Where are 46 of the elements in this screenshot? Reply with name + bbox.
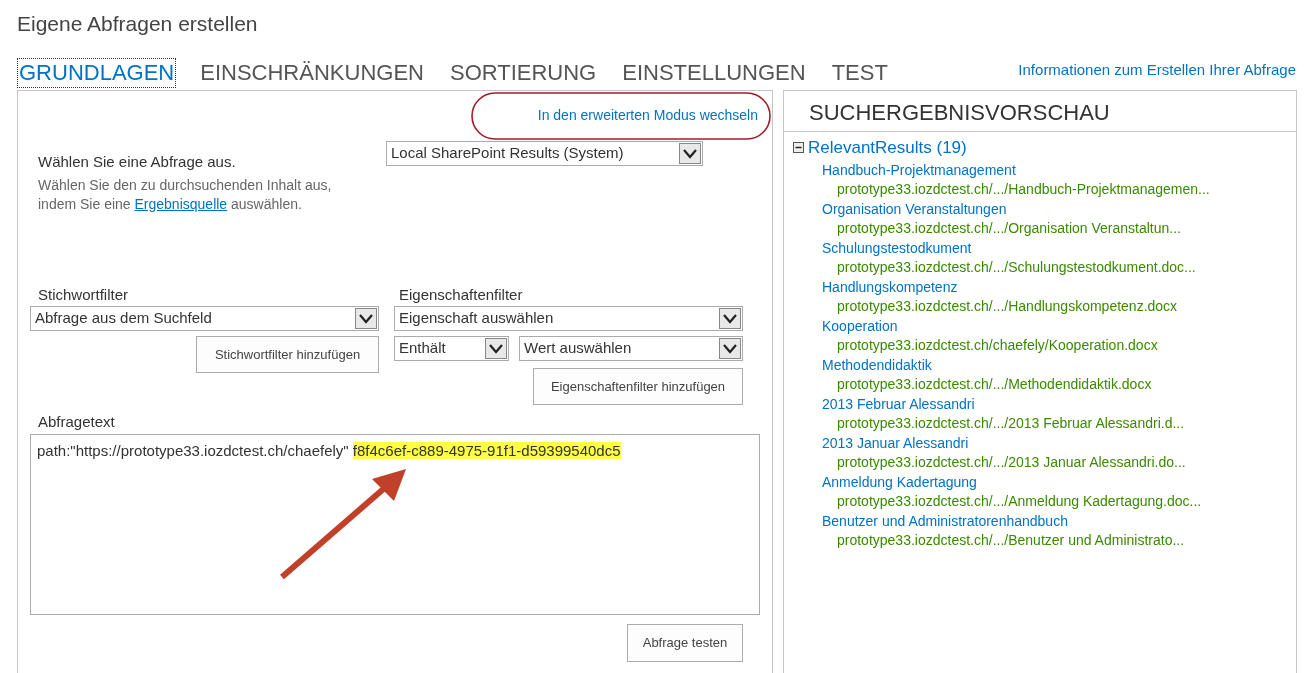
query-text: path:"https://prototype33.iozdctest.ch/chaefely"	[37, 441, 349, 459]
field-label: Wählen Sie eine Abfrage aus.	[38, 152, 237, 172]
tab[interactable]: GRUNDLAGEN	[17, 58, 177, 88]
result-title-link[interactable]: Handbuch-Projektmanagement	[822, 160, 1016, 180]
result-title-link[interactable]: 2013 Januar Alessandri	[822, 433, 969, 453]
result-url: prototype33.iozdctest.ch/.../Benutzer und Administrato...	[836, 531, 1186, 550]
help-link[interactable]: Informationen zum Erstellen Ihrer Abfrage	[1018, 59, 1296, 82]
result-url: prototype33.iozdctest.ch/.../2013 Februar Alessandri.d...	[836, 414, 1186, 433]
tab[interactable]: SORTIERUNG	[447, 58, 599, 88]
test-query-button[interactable]: Abfrage testen	[627, 623, 743, 662]
result-title-link[interactable]: Methodendidaktik	[822, 355, 932, 375]
preview-title: SUCHERGEBNISVORSCHAU	[784, 91, 1296, 132]
result-url: prototype33.iozdctest.ch/.../Handbuch-Projektmanagemen...	[836, 180, 1211, 199]
result-url: prototype33.iozdctest.ch/.../Handlungskompetenz.docx	[836, 297, 1179, 316]
operator-select[interactable]: Enthält	[394, 336, 509, 361]
result-url: prototype33.iozdctest.ch/.../Schulungstestodkument.doc...	[836, 258, 1197, 277]
highlighted-query-text: f8f4c6ef-c889-4975-91f1-d59399540dc5	[352, 441, 621, 459]
tab[interactable]: EINSTELLUNGEN	[620, 58, 808, 88]
field-label: Stichwortfilter	[37, 284, 130, 305]
field-label: Abfragetext	[37, 412, 116, 432]
result-title-link[interactable]: Handlungskompetenz	[822, 277, 958, 297]
result-url: prototype33.iozdctest.ch/.../Anmeldung Kadertagung.doc...	[836, 492, 1203, 511]
result-group-title[interactable]: RelevantResults (19)	[808, 135, 967, 161]
query-text-field[interactable]: path:"https://prototype33.iozdctest.ch/chaefely" f8f4c6ef-c889-4975-91f1-d59399540dc5	[30, 433, 760, 615]
tab[interactable]: EINSCHRÄNKUNGEN	[198, 58, 426, 88]
result-title-link[interactable]: Kooperation	[822, 316, 898, 336]
field-label: Eigenschaftenfilter	[398, 284, 524, 305]
result-url: prototype33.iozdctest.ch/chaefely/Kooperation.docx	[836, 336, 1159, 355]
result-title-link[interactable]: Schulungstestodkument	[822, 238, 972, 258]
tab[interactable]: TEST	[829, 58, 890, 88]
add-filter-button[interactable]: Eigenschaftenfilter hinzufügen	[533, 368, 743, 405]
property-select[interactable]: Eigenschaft auswählen	[394, 306, 743, 331]
result-title-link[interactable]: Anmeldung Kadertagung	[822, 472, 977, 492]
result-title-link[interactable]: Benutzer und Administratorenhandbuch	[822, 511, 1068, 531]
result-url: prototype33.iozdctest.ch/.../Methodendidaktik.docx	[836, 375, 1153, 394]
query-select[interactable]: Local SharePoint Results (System)	[386, 141, 703, 166]
result-source-link[interactable]: Ergebnisquelle	[134, 195, 228, 212]
result-title-link[interactable]: 2013 Februar Alessandri	[822, 394, 975, 414]
value-select[interactable]: Wert auswählen	[519, 336, 743, 361]
keyword-filter-select[interactable]: Abfrage aus dem Suchfeld	[30, 306, 379, 331]
result-url: prototype33.iozdctest.ch/.../2013 Januar Alessandri.do...	[836, 453, 1187, 472]
result-url: prototype33.iozdctest.ch/.../Organisation Veranstaltun...	[836, 219, 1182, 238]
result-title-link[interactable]: Organisation Veranstaltungen	[822, 199, 1007, 219]
page-title: Eigene Abfragen erstellen	[17, 11, 258, 37]
field-description: Wählen Sie den zu durchsuchenden Inhalt aus, indem Sie eine Ergebnisquelle auswählen.	[38, 175, 333, 214]
add-filter-button[interactable]: Stichwortfilter hinzufügen	[196, 336, 379, 373]
